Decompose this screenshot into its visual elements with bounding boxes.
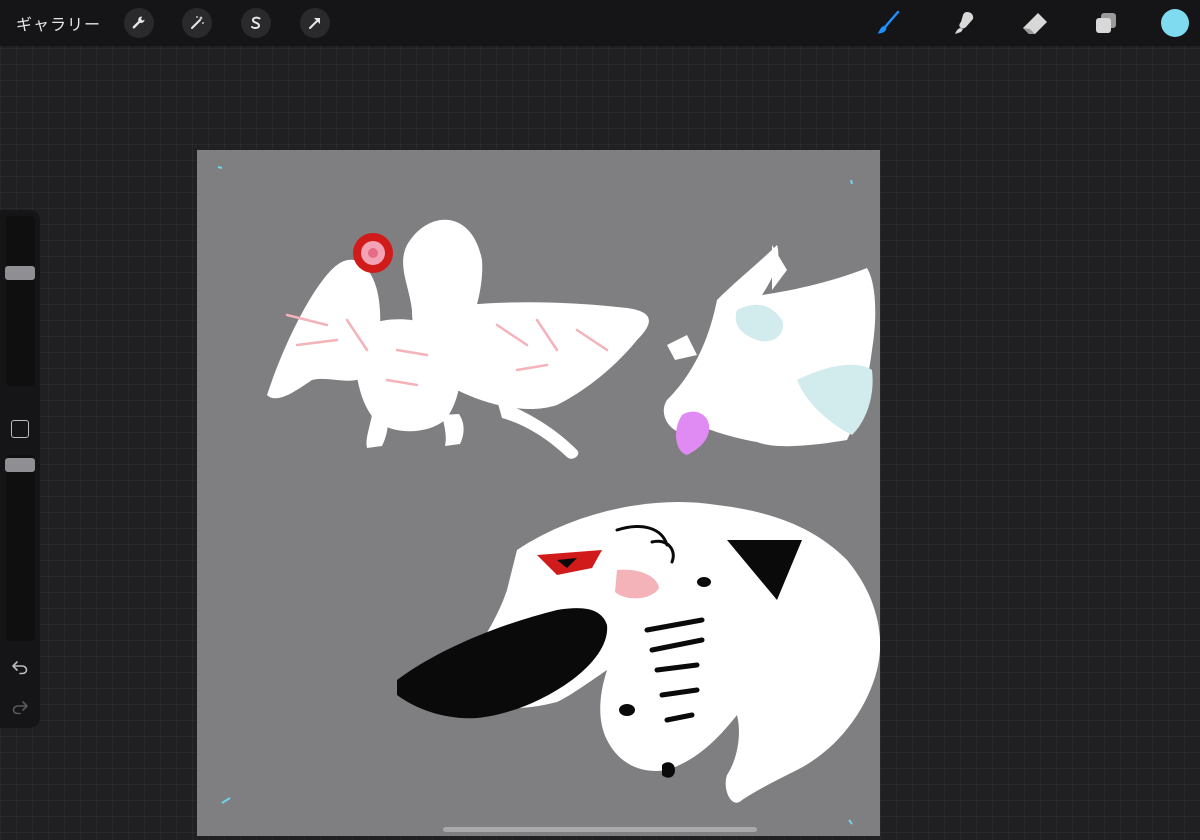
creature-winged <box>267 219 649 459</box>
layers-icon <box>1096 13 1116 33</box>
brush-opacity-thumb[interactable] <box>5 458 35 473</box>
brush-opacity-slider[interactable] <box>6 455 35 641</box>
home-indicator <box>443 827 757 832</box>
undo-icon <box>12 661 28 675</box>
sidebar <box>0 210 40 728</box>
eraser-tool-button[interactable] <box>1020 8 1050 38</box>
adjustments-button[interactable] <box>182 8 212 38</box>
brush-icon <box>877 10 900 34</box>
top-toolbar: ギャラリー <box>0 0 1200 46</box>
drawing-canvas[interactable] <box>197 150 880 836</box>
brush-tool-button[interactable] <box>873 8 903 38</box>
gallery-button[interactable]: ギャラリー <box>16 11 101 35</box>
selection-s-icon <box>251 16 261 29</box>
redo-button[interactable] <box>9 696 31 718</box>
creature-caped <box>397 502 880 803</box>
redo-icon <box>12 701 28 715</box>
smudge-icon <box>955 12 974 34</box>
modify-button[interactable] <box>11 420 29 438</box>
app-window: ギャラリー <box>0 0 1200 840</box>
actions-button[interactable] <box>124 8 154 38</box>
layers-button[interactable] <box>1091 8 1121 38</box>
smudge-tool-button[interactable] <box>950 8 980 38</box>
artwork <box>217 166 880 825</box>
color-picker-button[interactable] <box>1161 9 1189 37</box>
selection-button[interactable] <box>241 8 271 38</box>
arrow-cursor-icon <box>309 18 320 29</box>
brush-size-slider[interactable] <box>6 216 35 386</box>
brush-size-thumb[interactable] <box>5 265 35 280</box>
magic-wand-icon <box>191 16 204 29</box>
creature-dragon <box>663 245 876 455</box>
wrench-icon <box>132 16 145 29</box>
undo-button[interactable] <box>9 656 31 678</box>
eraser-icon <box>1023 13 1047 34</box>
transform-button[interactable] <box>300 8 330 38</box>
